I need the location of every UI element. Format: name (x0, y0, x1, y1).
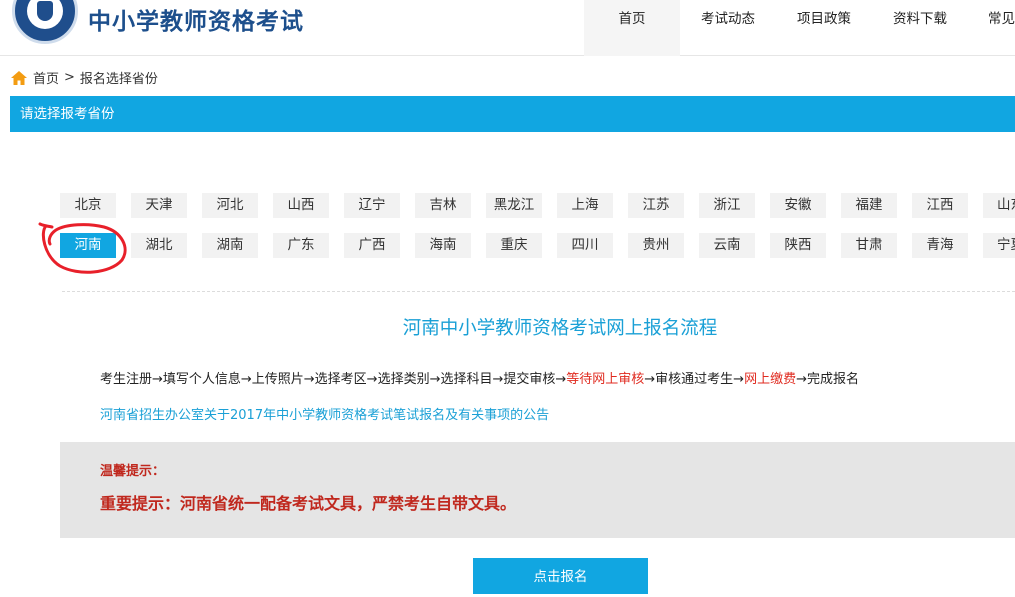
notice-link[interactable]: 河南省招生办公室关于2017年中小学教师资格考试笔试报名及有关事项的公告 (100, 404, 549, 423)
province-tianjin[interactable]: 天津 (131, 193, 187, 218)
province-shandong[interactable]: 山东 (983, 193, 1015, 218)
flow-step-highlight: 网上缴费 (744, 372, 797, 387)
province-hainan[interactable]: 海南 (415, 233, 471, 258)
province-ningxia[interactable]: 宁夏 (983, 233, 1015, 258)
tips-text: 重要提示：河南省统一配备考试文具，严禁考生自带文具。 (100, 494, 517, 513)
register-button[interactable]: 点击报名 (473, 558, 648, 594)
flow-step-highlight: 等待网上审核 (566, 372, 645, 387)
flow-title: 河南中小学教师资格考试网上报名流程 (402, 318, 718, 339)
site-title[interactable]: 中小学教师资格考试 (88, 2, 304, 36)
site-logo[interactable] (12, 0, 78, 44)
province-zhejiang[interactable]: 浙江 (699, 193, 755, 218)
province-qinghai[interactable]: 青海 (912, 233, 968, 258)
province-shanxi[interactable]: 山西 (273, 193, 329, 218)
province-hunan[interactable]: 湖南 (202, 233, 258, 258)
province-jiangsu[interactable]: 江苏 (628, 193, 684, 218)
province-henan[interactable]: 河南 (60, 233, 116, 258)
flow-step-text: →审核通过考生→ (644, 372, 745, 387)
province-guangdong[interactable]: 广东 (273, 233, 329, 258)
province-guangxi[interactable]: 广西 (344, 233, 400, 258)
flow-steps: 考生注册→填写个人信息→上传照片→选择考区→选择类别→选择科目→提交审核→等待网… (100, 368, 859, 387)
province-guizhou[interactable]: 贵州 (628, 233, 684, 258)
province-sichuan[interactable]: 四川 (557, 233, 613, 258)
tips-box: 温馨提示： 重要提示：河南省统一配备考试文具，严禁考生自带文具。 (60, 442, 1015, 538)
province-shanghai[interactable]: 上海 (557, 193, 613, 218)
breadcrumb: 首页 > 报名选择省份 (11, 68, 158, 87)
province-gansu[interactable]: 甘肃 (841, 233, 897, 258)
nav-downloads[interactable]: 资料下载 (872, 0, 968, 56)
province-jilin[interactable]: 吉林 (415, 193, 471, 218)
province-shaanxi[interactable]: 陕西 (770, 233, 826, 258)
breadcrumb-home[interactable]: 首页 (33, 68, 59, 87)
province-chongqing[interactable]: 重庆 (486, 233, 542, 258)
site-header: 中小学教师资格考试 首页 考试动态 项目政策 资料下载 常见 (0, 0, 1015, 56)
province-jiangxi[interactable]: 江西 (912, 193, 968, 218)
province-heilongjiang[interactable]: 黑龙江 (486, 193, 542, 218)
province-yunnan[interactable]: 云南 (699, 233, 755, 258)
province-beijing[interactable]: 北京 (60, 193, 116, 218)
nav-policy[interactable]: 项目政策 (776, 0, 872, 56)
divider (62, 291, 1015, 292)
flow-step-text: 考生注册→填写个人信息→上传照片→选择考区→选择类别→选择科目→提交审核→ (100, 372, 567, 387)
breadcrumb-current: 报名选择省份 (79, 72, 158, 87)
home-icon (11, 70, 27, 85)
nav-exam-news[interactable]: 考试动态 (680, 0, 776, 56)
province-fujian[interactable]: 福建 (841, 193, 897, 218)
province-anhui[interactable]: 安徽 (770, 193, 826, 218)
province-hubei[interactable]: 湖北 (131, 233, 187, 258)
nav-home[interactable]: 首页 (584, 0, 680, 56)
flow-step-text: →完成报名 (796, 372, 859, 387)
province-hebei[interactable]: 河北 (202, 193, 258, 218)
nav-faq[interactable]: 常见 (968, 0, 1015, 56)
breadcrumb-separator: > (64, 70, 75, 85)
main-nav: 首页 考试动态 项目政策 资料下载 常见 (584, 0, 1015, 56)
section-header: 请选择报考省份 (10, 96, 1015, 132)
province-liaoning[interactable]: 辽宁 (344, 193, 400, 218)
tips-label: 温馨提示： (100, 464, 166, 479)
